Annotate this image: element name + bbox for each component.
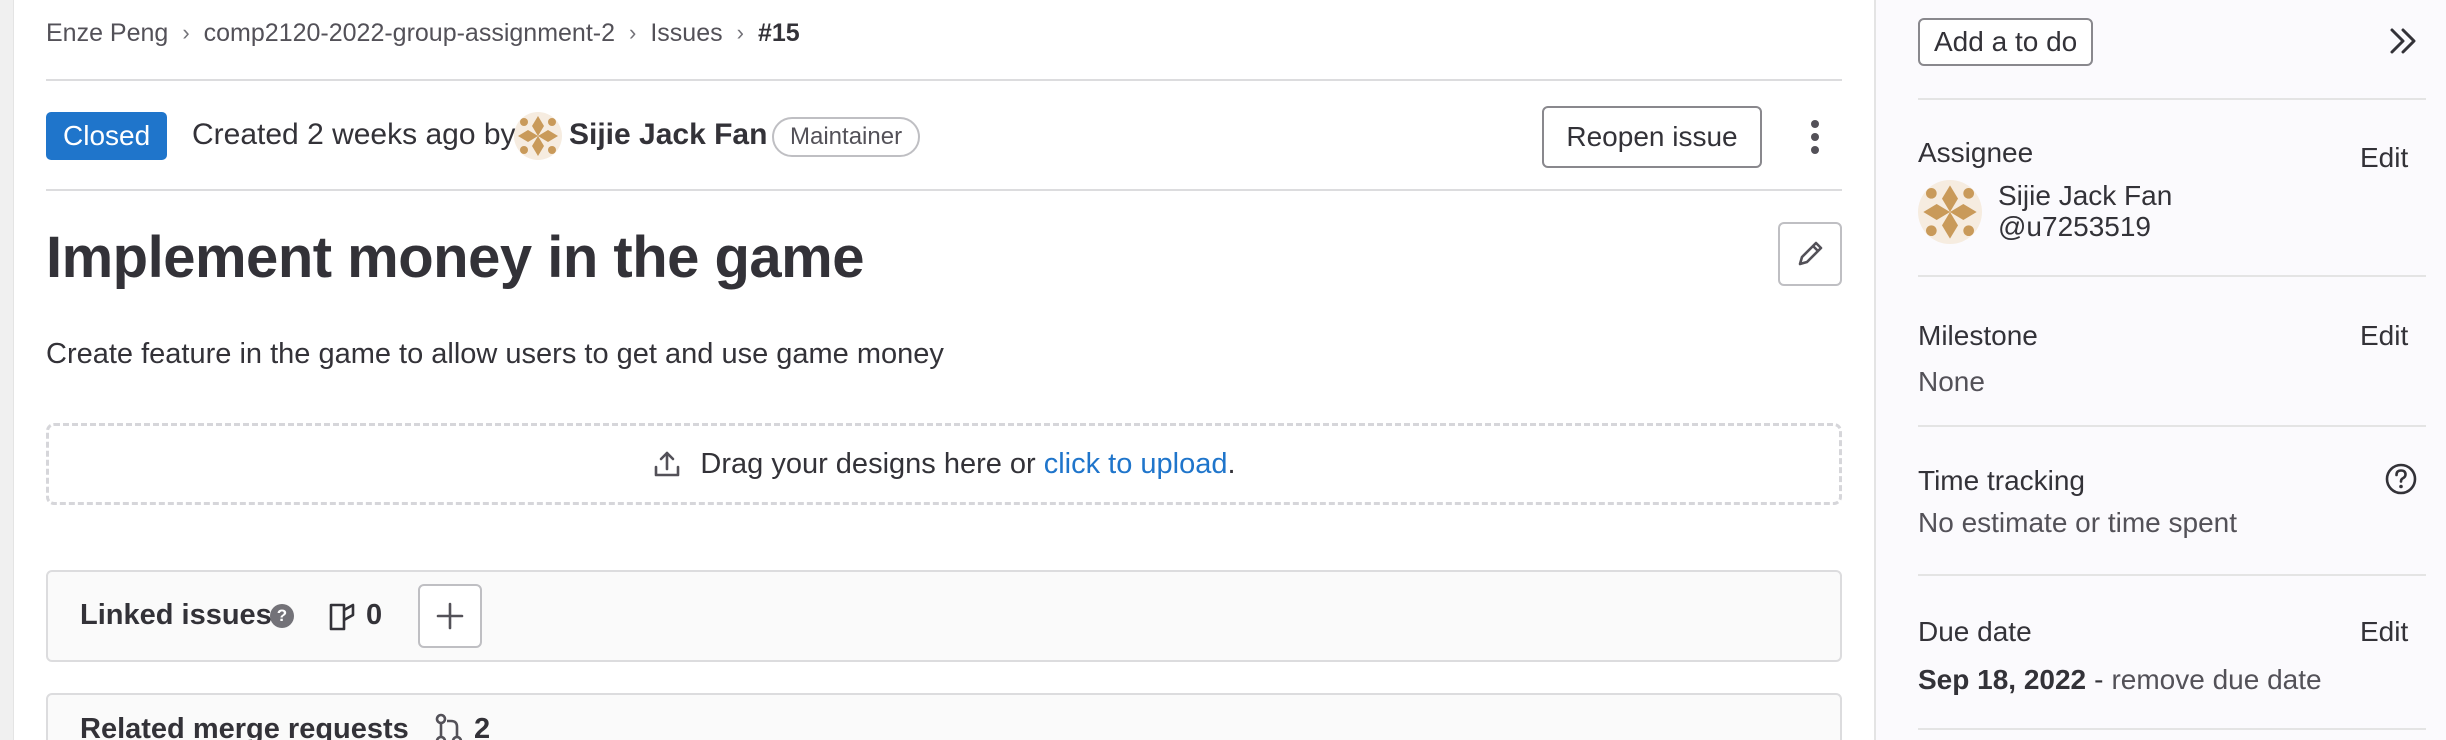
linked-issues-card: Linked issues ? 0 [46,570,1842,662]
divider [46,79,1842,81]
milestone-label: Milestone [1918,320,2038,351]
plus-icon [420,602,480,649]
breadcrumb-current[interactable]: #15 [758,19,800,48]
breadcrumb-project[interactable]: comp2120-2022-group-assignment-2 [204,19,615,48]
issue-header: Closed Created 2 weeks ago by Sijie Jack… [46,106,1842,168]
chevron-right-icon: › [629,20,637,45]
divider [1918,574,2426,576]
reopen-issue-button[interactable]: Reopen issue [1542,106,1762,168]
breadcrumb-user[interactable]: Enze Peng [46,19,168,48]
time-tracking-label: Time tracking [1918,465,2086,496]
issue-icon [328,602,356,632]
assignee-label: Assignee [1918,137,2034,168]
avatar[interactable] [514,112,562,160]
add-linked-issue-button[interactable] [418,584,482,648]
assignee-handle[interactable]: @u7253519 [1998,211,2151,243]
related-mrs-count: 2 [474,713,491,740]
breadcrumb-issues[interactable]: Issues [650,19,722,48]
breadcrumb: Enze Peng › comp2120-2022-group-assignme… [46,17,800,49]
help-icon[interactable]: ? [270,604,294,628]
divider [1918,98,2426,100]
click-to-upload-link[interactable]: click to upload [1044,448,1228,481]
double-chevron-right-icon[interactable] [2386,24,2420,58]
chevron-right-icon: › [182,20,190,45]
milestone-edit-link[interactable]: Edit [2360,320,2408,352]
related-mrs-title: Related merge requests [80,713,409,740]
upload-icon [652,449,682,479]
author-name[interactable]: Sijie Jack Fan [569,118,767,152]
status-badge: Closed [46,112,168,160]
issue-title: Implement money in the game [46,225,865,290]
due-date: Sep 18, 2022 [1918,664,2087,695]
add-todo-button[interactable]: Add a to do [1918,18,2094,66]
kebab-icon[interactable] [1800,116,1830,158]
assignee-edit-link[interactable]: Edit [2360,142,2408,174]
chevron-right-icon: › [736,20,744,45]
pencil-icon [1780,241,1840,287]
design-dropzone[interactable]: Drag your designs here or click to uploa… [46,423,1842,505]
linked-issues-count: 0 [366,599,383,631]
divider [1918,425,2426,427]
merge-request-icon [434,713,464,740]
issue-sidebar: Add a to do Assignee Edit Sijie Jack Fan… [1874,0,2446,740]
nav-sidebar-edge [0,0,14,740]
related-merge-requests-card: Related merge requests 2 [46,693,1842,740]
assignee-name[interactable]: Sijie Jack Fan [1998,180,2172,212]
edit-title-button[interactable] [1778,222,1842,286]
dropzone-prompt: Drag your designs here or [700,447,1036,480]
issue-description: Create feature in the game to allow user… [46,338,944,370]
dropzone-suffix: . [1227,447,1236,480]
avatar[interactable] [1918,180,1982,244]
role-badge: Maintainer [772,117,921,157]
divider [1918,275,2426,277]
question-circle-icon[interactable] [2384,462,2418,496]
time-tracking-value: No estimate or time spent [1918,507,2238,538]
due-date-label: Due date [1918,616,2032,647]
linked-issues-title: Linked issues [80,599,272,631]
due-date-separator: - [2094,664,2104,695]
remove-due-date-link[interactable]: remove due date [2111,664,2321,695]
divider [46,189,1842,191]
milestone-value: None [1918,366,1985,397]
due-date-edit-link[interactable]: Edit [2360,616,2408,648]
divider [1918,728,2426,730]
created-text: Created 2 weeks ago by [192,118,516,151]
due-date-value: Sep 18, 2022- remove due date [1918,664,2322,696]
issue-main: Enze Peng › comp2120-2022-group-assignme… [46,0,1842,740]
